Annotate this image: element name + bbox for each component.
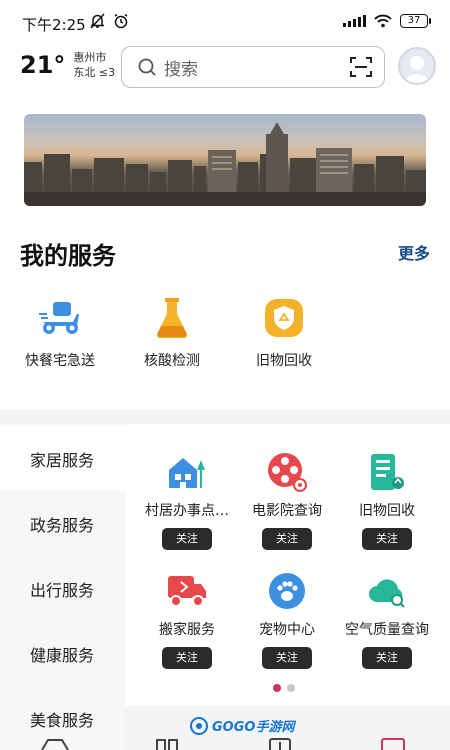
follow-button[interactable]: 关注 <box>262 528 312 550</box>
village-house-icon <box>169 458 205 488</box>
search-input[interactable]: 搜索 <box>164 55 198 80</box>
grid-item-pet-center[interactable]: 宠物中心 关注 <box>237 571 337 669</box>
service-item-express-food[interactable]: 快餐宅急送 <box>15 296 105 370</box>
section-divider <box>0 410 450 424</box>
grid-item-cinema[interactable]: 电影院查询 关注 <box>237 452 337 550</box>
city-name: 惠州市 <box>73 51 107 64</box>
grid-item-label: 村居办事点… <box>145 503 229 519</box>
category-tab-travel[interactable]: 出行服务 <box>0 556 126 621</box>
watermark-text: GOGO手游网 <box>212 720 295 735</box>
page-dot[interactable] <box>273 684 281 692</box>
follow-button[interactable]: 关注 <box>362 528 412 550</box>
grid-item-label: 旧物回收 <box>359 503 415 519</box>
cloud-search-icon <box>369 579 405 608</box>
category-tab-health[interactable]: 健康服务 <box>0 621 126 686</box>
weather-widget[interactable]: 21° 惠州市 东北 ≤3 <box>20 50 115 80</box>
wifi-icon <box>374 14 392 28</box>
flask-icon <box>156 298 188 338</box>
service-item-recycling[interactable]: 旧物回收 <box>239 296 329 370</box>
follow-button[interactable]: 关注 <box>162 647 212 669</box>
grid-item-village-office[interactable]: 村居办事点… 关注 <box>137 452 237 550</box>
grid-item-air-quality[interactable]: 空气质量查询 关注 <box>337 571 437 669</box>
grid-item-moving[interactable]: 搬家服务 关注 <box>137 571 237 669</box>
search-bar[interactable]: 搜索 <box>121 46 385 88</box>
home-tab-icon[interactable] <box>40 738 70 750</box>
recycle-building-icon <box>371 454 404 490</box>
temperature: 21° <box>20 51 66 79</box>
signal-icon <box>343 15 366 27</box>
avatar[interactable] <box>398 47 436 85</box>
pagination-dots <box>273 684 295 692</box>
grid-item-recycling[interactable]: 旧物回收 关注 <box>337 452 437 550</box>
add-tab-icon[interactable] <box>268 738 292 750</box>
scooter-icon <box>39 302 79 334</box>
page-dot[interactable] <box>287 684 295 692</box>
search-icon <box>138 58 156 76</box>
battery-indicator: 37 <box>400 14 431 28</box>
city-banner-image[interactable] <box>24 114 426 206</box>
section-title: 我的服务 <box>20 242 116 270</box>
grid-item-label: 宠物中心 <box>259 622 315 638</box>
status-time: 下午2:25 <box>22 16 86 34</box>
mute-bell-icon <box>90 13 105 29</box>
watermark-logo-icon <box>190 716 208 735</box>
category-tab-government[interactable]: 政务服务 <box>0 491 126 556</box>
scan-icon[interactable] <box>350 57 372 77</box>
follow-button[interactable]: 关注 <box>262 647 312 669</box>
grid-item-label: 搬家服务 <box>159 622 215 638</box>
book-tab-icon[interactable] <box>155 738 179 750</box>
paw-icon <box>269 573 305 609</box>
service-label: 旧物回收 <box>256 353 312 369</box>
alarm-clock-icon <box>114 13 128 29</box>
service-label: 快餐宅急送 <box>25 353 95 369</box>
more-link[interactable]: 更多 <box>398 240 430 264</box>
grid-item-label: 空气质量查询 <box>345 622 429 638</box>
profile-tab-icon[interactable] <box>380 738 406 750</box>
grid-item-label: 电影院查询 <box>252 503 322 519</box>
film-reel-icon <box>268 453 307 492</box>
follow-button[interactable]: 关注 <box>162 528 212 550</box>
city-skyline-image <box>24 122 426 206</box>
user-avatar-icon <box>404 56 430 83</box>
category-tab-home[interactable]: 家居服务 <box>0 426 126 491</box>
service-label: 核酸检测 <box>144 353 200 369</box>
moving-truck-icon <box>168 576 206 607</box>
follow-button[interactable]: 关注 <box>362 647 412 669</box>
watermark: GOGO手游网 <box>190 716 294 735</box>
wind-info: 东北 ≤3 <box>73 66 116 79</box>
status-bar: 下午2:25 37 <box>0 0 450 44</box>
service-item-nucleic-test[interactable]: 核酸检测 <box>127 296 217 370</box>
recycle-shield-icon <box>265 299 303 337</box>
